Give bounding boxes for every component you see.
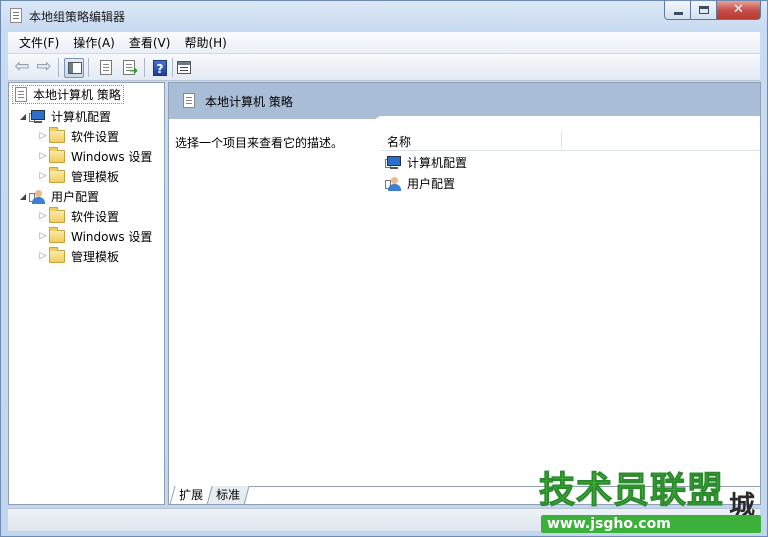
tree-node-software-settings[interactable]: ▷ 软件设置 [37, 206, 119, 226]
policy-icon [183, 93, 195, 108]
menu-file[interactable]: 文件(F) [12, 33, 66, 53]
tab-standard-label: 标准 [216, 488, 241, 502]
help-icon: ? [153, 60, 167, 76]
collapsed-arrow-icon[interactable]: ▷ [37, 131, 49, 141]
folder-icon [49, 246, 65, 263]
list-item-label: 用户配置 [407, 176, 456, 191]
tree-node-label: 用户配置 [51, 189, 100, 204]
user-config-icon [385, 176, 402, 191]
toolbar-separator [88, 58, 89, 77]
tree-node-label: 软件设置 [71, 209, 120, 224]
tab-extended-label: 扩展 [179, 488, 204, 502]
collapsed-arrow-icon[interactable]: ▷ [37, 231, 49, 241]
back-button[interactable]: ⇦ [12, 58, 32, 78]
policy-icon [15, 87, 27, 102]
expanded-arrow-icon[interactable]: ◢ [17, 192, 29, 201]
folder-icon [49, 226, 65, 243]
watermark-url: www.jsgho.com [541, 515, 761, 533]
details-header-title: 本地计算机 策略 [205, 95, 293, 109]
tree-node-windows-settings[interactable]: ▷ Windows 设置 [37, 146, 152, 166]
title-bar[interactable]: 本地组策略编辑器 win7系统修改注册表后重启无效的解决方法 ✕ [1, 1, 767, 31]
window-controls: ✕ [664, 1, 761, 21]
minimize-icon [674, 12, 683, 15]
show-hide-tree-button[interactable] [64, 58, 84, 78]
tree-node-label: Windows 设置 [71, 149, 153, 164]
close-icon: ✕ [733, 2, 744, 17]
tree-node-user-config[interactable]: ◢ 用户配置 [17, 186, 99, 206]
toolbar-separator [144, 58, 145, 77]
column-header-name[interactable]: 名称 [387, 133, 411, 150]
description-text: 选择一个项目来查看它的描述。 [175, 136, 344, 150]
properties-button[interactable] [96, 58, 116, 78]
collapsed-arrow-icon[interactable]: ▷ [37, 211, 49, 221]
computer-config-icon [385, 155, 402, 170]
tree-node-label: 管理模板 [71, 169, 120, 184]
menu-action[interactable]: 操作(A) [66, 33, 122, 53]
tab-extended[interactable]: 扩展 [169, 486, 213, 505]
forward-arrow-icon: ⇨ [36, 56, 52, 77]
tree-node-computer-config[interactable]: ◢ 计算机配置 [17, 106, 111, 126]
export-list-icon: ➜ [129, 64, 139, 77]
folder-icon [49, 126, 65, 143]
close-button[interactable]: ✕ [717, 1, 761, 20]
tree-node-admin-templates[interactable]: ▷ 管理模板 [37, 246, 119, 266]
column-separator[interactable] [561, 131, 562, 149]
help-button[interactable]: ? [150, 58, 170, 78]
maximize-button[interactable] [691, 1, 717, 20]
folder-icon [49, 166, 65, 183]
details-pane: 本地计算机 策略 选择一个项目来查看它的描述。 名称 计算机配置 用户配置 扩展… [168, 82, 761, 505]
tree-node-windows-settings[interactable]: ▷ Windows 设置 [37, 226, 152, 246]
expanded-arrow-icon[interactable]: ◢ [17, 112, 29, 121]
list-header: 名称 [381, 129, 760, 151]
tree-root-local-computer-policy[interactable]: 本地计算机 策略 [12, 85, 124, 104]
details-header: 本地计算机 策略 [169, 83, 760, 119]
view-tabs: 扩展 标准 [169, 486, 250, 505]
app-icon[interactable] [10, 8, 22, 23]
watermark-text: 技术员联盟 [538, 470, 725, 511]
show-hide-tree-icon [68, 62, 82, 74]
collapsed-arrow-icon[interactable]: ▷ [37, 151, 49, 161]
list-item-label: 计算机配置 [407, 155, 468, 170]
minimize-button[interactable] [664, 1, 691, 20]
tree-node-admin-templates[interactable]: ▷ 管理模板 [37, 166, 119, 186]
show-hide-action-pane-button[interactable] [174, 58, 194, 78]
collapsed-arrow-icon[interactable]: ▷ [37, 171, 49, 181]
list-item-computer-config[interactable]: 计算机配置 [385, 152, 467, 172]
folder-icon [49, 206, 65, 223]
content-area-edge [374, 116, 760, 126]
export-list-button[interactable]: ➜ [119, 58, 139, 78]
watermark-logo: 技术员联盟 城 www.jsgho.com [538, 470, 768, 537]
ghost-title-text: win7系统修改注册表后重启无效的解决方法 [306, 14, 461, 23]
toolbar-separator [58, 58, 59, 77]
menu-view[interactable]: 查看(V) [122, 33, 178, 53]
computer-config-icon [29, 109, 46, 124]
tree-node-label: Windows 设置 [71, 229, 153, 244]
tree-root-label: 本地计算机 策略 [33, 88, 121, 102]
forward-button[interactable]: ⇨ [34, 58, 54, 78]
tree-pane[interactable]: 本地计算机 策略 ◢ 计算机配置 ▷ 软件设置 ▷ Windows 设置 ▷ 管… [8, 82, 165, 505]
folder-icon [49, 146, 65, 163]
tree-node-software-settings[interactable]: ▷ 软件设置 [37, 126, 119, 146]
menu-bar: 文件(F) 操作(A) 查看(V) 帮助(H) [8, 32, 760, 53]
toolbar-separator [172, 58, 173, 77]
tree-node-label: 软件设置 [71, 129, 120, 144]
maximize-icon [699, 6, 709, 14]
list-item-user-config[interactable]: 用户配置 [385, 173, 455, 193]
toolbar: ⇦ ⇨ ➜ ? [8, 54, 760, 81]
user-config-icon [29, 189, 46, 204]
window-title: 本地组策略编辑器 [29, 10, 126, 24]
properties-icon [100, 60, 112, 75]
tree-node-label: 计算机配置 [51, 109, 112, 124]
tab-standard[interactable]: 标准 [206, 486, 250, 505]
show-hide-action-pane-icon [177, 61, 191, 74]
app-window: 本地组策略编辑器 win7系统修改注册表后重启无效的解决方法 ✕ 文件(F) 操… [0, 0, 768, 537]
tree-node-label: 管理模板 [71, 249, 120, 264]
back-arrow-icon: ⇦ [14, 56, 30, 77]
menu-help[interactable]: 帮助(H) [177, 33, 233, 53]
collapsed-arrow-icon[interactable]: ▷ [37, 251, 49, 261]
